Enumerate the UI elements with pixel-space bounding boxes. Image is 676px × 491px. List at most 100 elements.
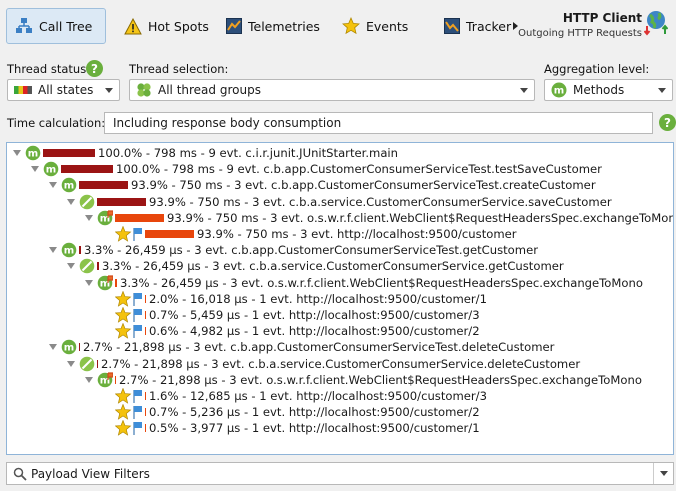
percentage-bar: [79, 246, 81, 255]
http-event-star-flag-icon: [115, 307, 142, 323]
tree-row[interactable]: 0.7% - 5,459 µs - 1 evt. http://localhos…: [103, 307, 480, 323]
expand-toggle-icon[interactable]: [13, 150, 21, 156]
hot-spots-button[interactable]: Hot Spots: [116, 8, 217, 44]
aggregation-level-value: Methods: [573, 83, 625, 97]
svg-text:m: m: [46, 165, 56, 176]
tree-row[interactable]: m 93.9% - 750 ms - 3 evt. c.b.app.Custome…: [49, 177, 596, 193]
tree-row[interactable]: 2.0% - 16,018 µs - 1 evt. http://localho…: [103, 290, 487, 307]
expand-toggle-icon[interactable]: [67, 198, 75, 205]
call-tree-button[interactable]: Call Tree: [6, 8, 106, 44]
thread-status-value: All states: [38, 83, 94, 97]
tree-row-label: 2.0% - 16,018 µs - 1 evt. http://localho…: [149, 291, 487, 306]
tree-row[interactable]: m 100.0% - 798 ms - 9 evt. c.i.r.junit.JU…: [13, 145, 398, 161]
call-tree-view[interactable]: m 100.0% - 798 ms - 9 evt. c.i.r.junit.JU…: [6, 142, 674, 455]
svg-text:m: m: [554, 86, 564, 97]
thread-states-icon: [14, 86, 32, 94]
tree-row-label: 2.7% - 21,898 µs - 3 evt. o.s.w.r.f.clie…: [119, 372, 642, 387]
aggregation-level-label: Aggregation level:: [544, 62, 650, 76]
tree-row-label: 1.6% - 12,685 µs - 1 evt. http://localho…: [149, 389, 487, 403]
warning-icon: [124, 17, 142, 34]
thread-selection-select[interactable]: All thread groups: [129, 79, 535, 101]
tree-row[interactable]: 2.7% - 21,898 µs - 3 evt. c.b.a.service.…: [67, 356, 580, 372]
telemetries-label: Telemetries: [248, 18, 320, 34]
tree-row-label: 0.5% - 3,977 µs - 1 evt. http://localhos…: [149, 421, 480, 436]
tree-row[interactable]: m 100.0% - 798 ms - 9 evt. c.b.app.Custom…: [31, 161, 602, 177]
thread-status-help-icon[interactable]: ?: [86, 60, 103, 77]
method-icon: m: [551, 82, 567, 98]
view-toolbar: Call Tree Hot Spots Telemetries Events T…: [0, 0, 676, 52]
http-event-star-flag-icon: [115, 420, 142, 437]
percentage-bar: [145, 294, 146, 303]
time-calculation-value: Including response body consumption: [113, 116, 342, 130]
percentage-bar: [145, 424, 146, 433]
tree-row[interactable]: m 3.3% - 26,459 µs - 3 evt. o.s.w.r.f.cli…: [85, 274, 643, 291]
tree-row[interactable]: m 2.7% - 21,898 µs - 3 evt. o.s.w.r.f.cli…: [85, 372, 642, 388]
probe-description: Outgoing HTTP Requests: [518, 28, 642, 39]
filter-dropdown-button[interactable]: [653, 463, 673, 484]
call-tree-icon: [16, 18, 32, 33]
tracker-label: Tracker: [466, 18, 512, 34]
events-label: Events: [366, 18, 409, 34]
search-icon: [13, 467, 27, 481]
expand-toggle-icon[interactable]: [85, 214, 93, 221]
svg-text:m: m: [64, 343, 74, 354]
tree-row[interactable]: 93.9% - 750 ms - 3 evt. c.b.a.service.Cu…: [67, 194, 612, 210]
http-event-star-flag-icon: [115, 388, 142, 404]
thread-status-label: Thread status:: [7, 62, 91, 76]
thread-status-select[interactable]: All states: [7, 79, 120, 101]
percentage-bar: [145, 230, 194, 238]
tracker-button[interactable]: Tracker: [436, 8, 519, 44]
chevron-down-icon: [520, 88, 528, 93]
expand-toggle-icon[interactable]: [49, 247, 57, 254]
payload-view-filter[interactable]: Payload View Filters: [6, 462, 674, 485]
tree-row[interactable]: 0.7% - 5,236 µs - 1 evt. http://localhos…: [103, 404, 480, 420]
percentage-bar: [115, 375, 116, 384]
time-calculation-help-icon[interactable]: ?: [659, 114, 676, 131]
percentage-bar: [43, 149, 95, 157]
time-calculation-field[interactable]: Including response body consumption: [104, 112, 653, 134]
expand-toggle-icon[interactable]: [49, 182, 57, 189]
expand-toggle-icon[interactable]: [85, 279, 93, 286]
thread-selection-label: Thread selection:: [129, 62, 229, 76]
events-button[interactable]: Events: [334, 8, 416, 44]
http-event-star-flag-icon: [115, 226, 142, 242]
expand-toggle-icon[interactable]: [31, 166, 39, 173]
tree-row-label: 93.9% - 750 ms - 3 evt. o.s.w.r.f.client…: [167, 210, 674, 225]
tree-row[interactable]: 93.9% - 750 ms - 3 evt. http://localhost…: [103, 226, 517, 242]
time-calculation-label: Time calculation:: [7, 116, 106, 130]
expand-toggle-icon[interactable]: [67, 263, 75, 270]
tree-row[interactable]: 0.6% - 4,982 µs - 1 evt. http://localhos…: [103, 323, 480, 339]
telemetry-chart-icon: [226, 18, 242, 34]
percentage-bar: [79, 181, 128, 190]
percentage-bar: [145, 392, 146, 400]
percentage-bar: [145, 311, 146, 319]
telemetries-button[interactable]: Telemetries: [218, 8, 328, 44]
svg-text:m: m: [28, 149, 38, 160]
probe-name: HTTP Client: [562, 11, 642, 25]
tree-row[interactable]: 3.3% - 26,459 µs - 3 evt. c.b.a.service.…: [67, 258, 564, 274]
percentage-bar: [97, 197, 146, 206]
thread-selection-value: All thread groups: [158, 83, 261, 97]
tree-row[interactable]: 0.5% - 3,977 µs - 1 evt. http://localhos…: [103, 420, 480, 437]
tree-row-label: 93.9% - 750 ms - 3 evt. c.b.a.service.Cu…: [149, 194, 612, 209]
tree-row-label: 3.3% - 26,459 µs - 3 evt. c.b.app.Custom…: [84, 243, 538, 258]
svg-text:m: m: [64, 181, 74, 192]
method-icon: m: [61, 242, 77, 258]
percentage-bar: [61, 165, 113, 174]
tree-row[interactable]: m 93.9% - 750 ms - 3 evt. o.s.w.r.f.clien…: [85, 210, 674, 226]
chevron-down-icon: [105, 88, 113, 93]
percentage-bar: [97, 359, 98, 368]
tree-row[interactable]: m 2.7% - 21,898 µs - 3 evt. c.b.app.Custo…: [49, 339, 554, 355]
expand-toggle-icon[interactable]: [49, 344, 57, 351]
service-icon: [79, 356, 95, 371]
tree-row[interactable]: m 3.3% - 26,459 µs - 3 evt. c.b.app.Custo…: [49, 242, 538, 258]
hot-spots-label: Hot Spots: [148, 18, 209, 34]
http-event-star-flag-icon: [115, 323, 142, 339]
expand-toggle-icon[interactable]: [85, 376, 93, 383]
method-icon: m: [43, 161, 59, 177]
tree-row-label: 0.7% - 5,236 µs - 1 evt. http://localhos…: [149, 405, 480, 420]
tree-row[interactable]: 1.6% - 12,685 µs - 1 evt. http://localho…: [103, 388, 487, 404]
expand-toggle-icon[interactable]: [67, 360, 75, 367]
aggregation-level-select[interactable]: m Methods: [544, 79, 673, 101]
globe-arrows-icon: [644, 11, 668, 36]
